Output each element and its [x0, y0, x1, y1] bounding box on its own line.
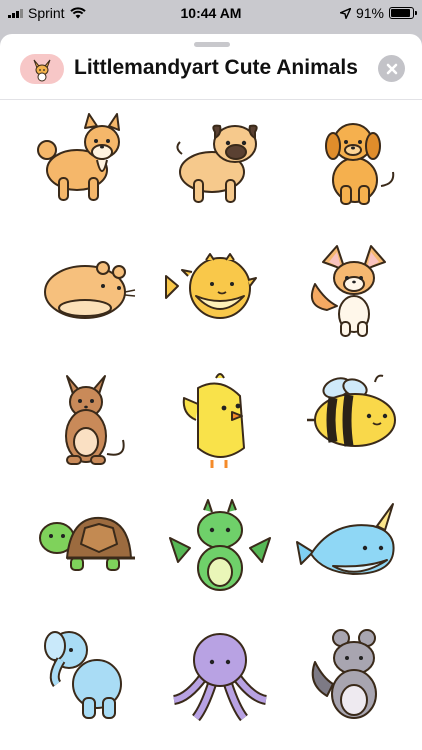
battery-percent: 91%	[355, 5, 384, 21]
chinchilla-drawing	[311, 629, 377, 719]
bee-sticker[interactable]	[293, 368, 413, 478]
pack-title: Littlemandyart Cute Animals	[74, 56, 358, 79]
shiba-inu-drawing	[37, 113, 120, 201]
golden-retriever-drawing	[325, 123, 395, 205]
hamster-drawing	[44, 261, 136, 319]
dragon-drawing	[169, 499, 271, 591]
chick-drawing	[182, 373, 245, 468]
octopus-drawing	[172, 633, 268, 722]
kangaroo-sticker[interactable]	[27, 368, 147, 478]
sheet-header: Littlemandyart Cute Animals	[0, 48, 422, 100]
location-arrow-icon	[339, 7, 351, 19]
narwhal-sticker[interactable]	[293, 496, 413, 606]
bee-drawing	[307, 374, 396, 447]
chinchilla-sticker[interactable]	[293, 624, 413, 734]
turtle-drawing	[39, 516, 135, 571]
status-bar: Sprint 10:44 AM 91%	[0, 0, 422, 26]
sticker-pack-sheet: Littlemandyart Cute Animals	[0, 34, 422, 750]
pug-sticker[interactable]	[160, 112, 280, 222]
close-x-icon	[386, 63, 397, 74]
kangaroo-drawing	[65, 375, 125, 465]
elephant-sticker[interactable]	[27, 624, 147, 734]
battery-icon	[389, 7, 417, 19]
turtle-sticker[interactable]	[27, 496, 147, 606]
golden-retriever-puppy-sticker[interactable]	[293, 112, 413, 222]
chick-sticker[interactable]	[160, 368, 280, 478]
pufferfish-sticker[interactable]	[160, 240, 280, 350]
status-right: 91%	[339, 5, 417, 21]
sheet-grabber[interactable]	[194, 42, 230, 47]
fennec-fox-drawing	[311, 245, 386, 337]
narwhal-drawing	[296, 503, 395, 575]
elephant-drawing	[44, 631, 122, 719]
pufferfish-drawing	[165, 253, 257, 319]
battery-level	[391, 9, 411, 17]
dragon-sticker[interactable]	[160, 496, 280, 606]
pug-drawing	[176, 124, 258, 203]
fennec-fox-icon	[20, 54, 64, 84]
hamster-sticker[interactable]	[27, 240, 147, 350]
fennec-fox-sticker[interactable]	[293, 240, 413, 350]
octopus-sticker[interactable]	[160, 624, 280, 734]
shiba-inu-sticker[interactable]	[27, 112, 147, 222]
close-button[interactable]	[378, 55, 405, 82]
